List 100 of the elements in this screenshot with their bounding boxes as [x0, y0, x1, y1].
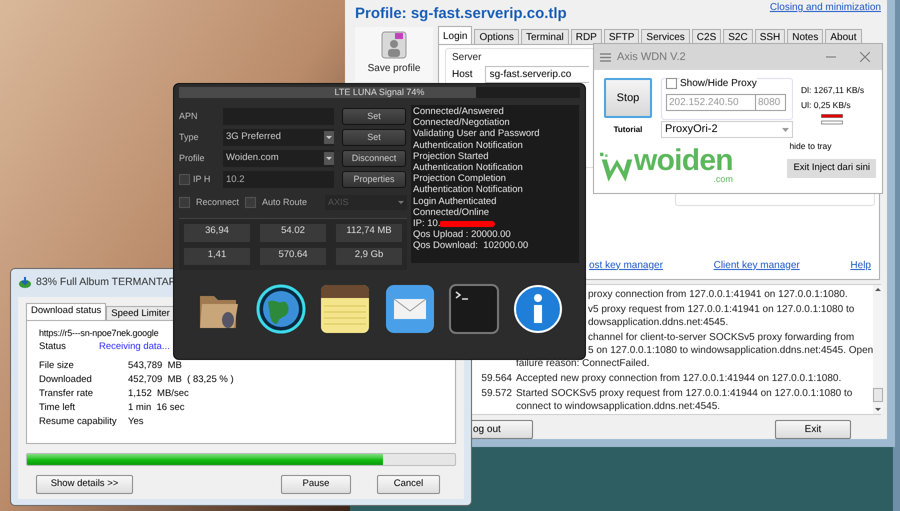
hide-to-tray-link[interactable]: hide to tray: [789, 140, 832, 153]
tab[interactable]: SSH: [754, 28, 786, 44]
log-time: 59.564: [481, 372, 512, 385]
detail-label: File size: [39, 359, 75, 373]
download-url: https://r5---sn-npoe7nek.google: [39, 327, 160, 340]
log-line: Projection Started: [413, 150, 489, 162]
scroll-thumb[interactable]: [873, 388, 884, 402]
tab[interactable]: Services: [641, 28, 690, 44]
window-title: 83% Full Album TERMANTAP: [36, 275, 176, 290]
modem-button[interactable]: Disconnect: [342, 150, 406, 167]
menu-icon: [600, 52, 611, 62]
cancel-button[interactable]: Cancel: [377, 475, 440, 494]
pause-button[interactable]: Pause: [281, 475, 351, 494]
floppy-profile-icon: [381, 30, 407, 59]
field-label: Type: [179, 130, 199, 144]
detail-value: 543,789 MB: [128, 359, 182, 373]
log-line: dowsapplication.ddns.net:4545.: [588, 316, 730, 329]
log-line: channel for client-to-server SOCKSv5 proxy forwarding from: [588, 330, 856, 344]
checkbox-label: Auto Route: [262, 196, 308, 209]
detail-value: Yes: [128, 415, 144, 429]
stat-value: 570.64: [260, 248, 326, 265]
logout-button[interactable]: og out: [470, 420, 533, 439]
tutorial-label[interactable]: Tutorial: [614, 124, 642, 136]
log-line: Accepted new proxy connection from 127.0.0.1:41944 on 127.0.0.1:1080.: [516, 372, 842, 385]
status-label: Status: [39, 340, 67, 354]
logo-suffix: .com: [713, 174, 733, 184]
tab[interactable]: Terminal: [520, 28, 569, 44]
exit-inject-button[interactable]: Exit Inject dari sini: [787, 158, 876, 178]
tab[interactable]: Notes: [787, 28, 824, 44]
dropdown-caret-icon: [324, 152, 334, 165]
mail-icon[interactable]: [384, 284, 435, 334]
checkbox-label: Reconnect: [196, 196, 240, 209]
download-rate: Dl: 1267,11 KB/s: [801, 84, 864, 97]
scroll-up-icon: [875, 288, 882, 291]
traffic-indicator-icon: [821, 114, 843, 124]
checkbox[interactable]: [179, 174, 190, 185]
link[interactable]: Client key manager: [714, 258, 800, 273]
tab[interactable]: Login: [438, 26, 472, 44]
field-label: APN: [179, 110, 198, 123]
tab[interactable]: About: [825, 28, 862, 44]
upload-rate: Ul: 0,25 KB/s: [801, 98, 852, 112]
save-profile-label: Save profile: [368, 62, 420, 76]
tab[interactable]: C2S: [692, 28, 722, 44]
globe-icon[interactable]: [256, 284, 306, 334]
link[interactable]: ost key manager: [589, 258, 663, 273]
tab[interactable]: Options: [474, 28, 519, 44]
log-line: Authentication Notification: [413, 140, 523, 151]
log-line: Connected/Online: [413, 206, 490, 218]
log-line: Validating User and Password: [413, 128, 540, 140]
proxy-select[interactable]: ProxyOri-2: [661, 121, 793, 138]
window-title: LTE LUNA Signal 74%: [334, 87, 426, 98]
tab[interactable]: SFTP: [604, 28, 640, 44]
notepad-icon[interactable]: [320, 284, 370, 334]
stop-button[interactable]: Stop: [604, 78, 652, 118]
log-line: 5 on 127.0.0.1:1080 to windowsapplication.ddns.net:4545. Open: [588, 344, 874, 357]
exit-button[interactable]: Exit: [775, 420, 851, 439]
log-line: v5 proxy request from 127.0.0.1:41941 on 127.0.0.1:1080 to: [588, 302, 854, 316]
log-line: Authentication Notification: [413, 162, 523, 174]
link[interactable]: Help: [850, 258, 871, 273]
terminal-icon[interactable]: [448, 284, 499, 334]
checkbox[interactable]: [245, 197, 256, 208]
tab[interactable]: Speed Limiter: [106, 306, 175, 320]
close-icon[interactable]: [860, 52, 870, 62]
dropdown[interactable]: Woiden.com: [223, 150, 334, 167]
stat-value: 36,94: [184, 224, 250, 242]
log-line: IP: 10.: [413, 218, 440, 230]
log-line: Started SOCKSv5 proxy request from 127.0.0.1:41944 on 127.0.0.1:1080 to: [516, 386, 852, 400]
save-profile-button[interactable]: Save profile: [355, 26, 433, 81]
detail-label: Transfer rate: [39, 387, 94, 401]
modem-button[interactable]: Set: [342, 108, 406, 125]
input-field[interactable]: 10.2: [223, 171, 334, 188]
tab[interactable]: S2C: [723, 28, 753, 44]
tab[interactable]: RDP: [570, 28, 602, 44]
checkbox[interactable]: [179, 197, 190, 208]
detail-label: Time left: [39, 401, 76, 415]
window-title: Axis WDN V.2: [617, 50, 686, 65]
info-icon[interactable]: [512, 284, 563, 334]
tab[interactable]: Download status: [26, 303, 106, 320]
modem-button[interactable]: Properties: [342, 171, 406, 188]
log-line: Projection Completion: [413, 173, 506, 184]
scroll-down-icon: [875, 408, 882, 411]
profile-title: Profile: sg-fast.serverip.co.tlp: [355, 4, 567, 24]
download-app-icon: [18, 277, 32, 289]
stat-value: 1,41: [184, 248, 250, 265]
modem-button[interactable]: Set: [342, 129, 406, 146]
group-label: Server: [452, 50, 482, 65]
closing-link[interactable]: Closing and minimization: [770, 0, 881, 15]
dropdown-caret-icon: [398, 201, 404, 204]
log-line: Connected/Answered: [413, 106, 504, 118]
host-field[interactable]: sg-fast.serverip.co: [484, 66, 589, 83]
field-label: IP H: [193, 172, 210, 186]
log-line: Login Authenticated: [413, 196, 496, 207]
dropdown[interactable]: 3G Preferred: [223, 129, 334, 146]
host-label: Host: [452, 68, 473, 82]
detail-value: 1 min 16 sec: [128, 401, 184, 415]
checkbox[interactable]: [666, 78, 677, 89]
show-details-button[interactable]: Show details >>: [36, 475, 133, 494]
stat-value: 54.02: [260, 224, 326, 242]
detail-label: Resume capability: [39, 415, 118, 429]
stat-value: 2,9 Gb: [336, 248, 402, 265]
